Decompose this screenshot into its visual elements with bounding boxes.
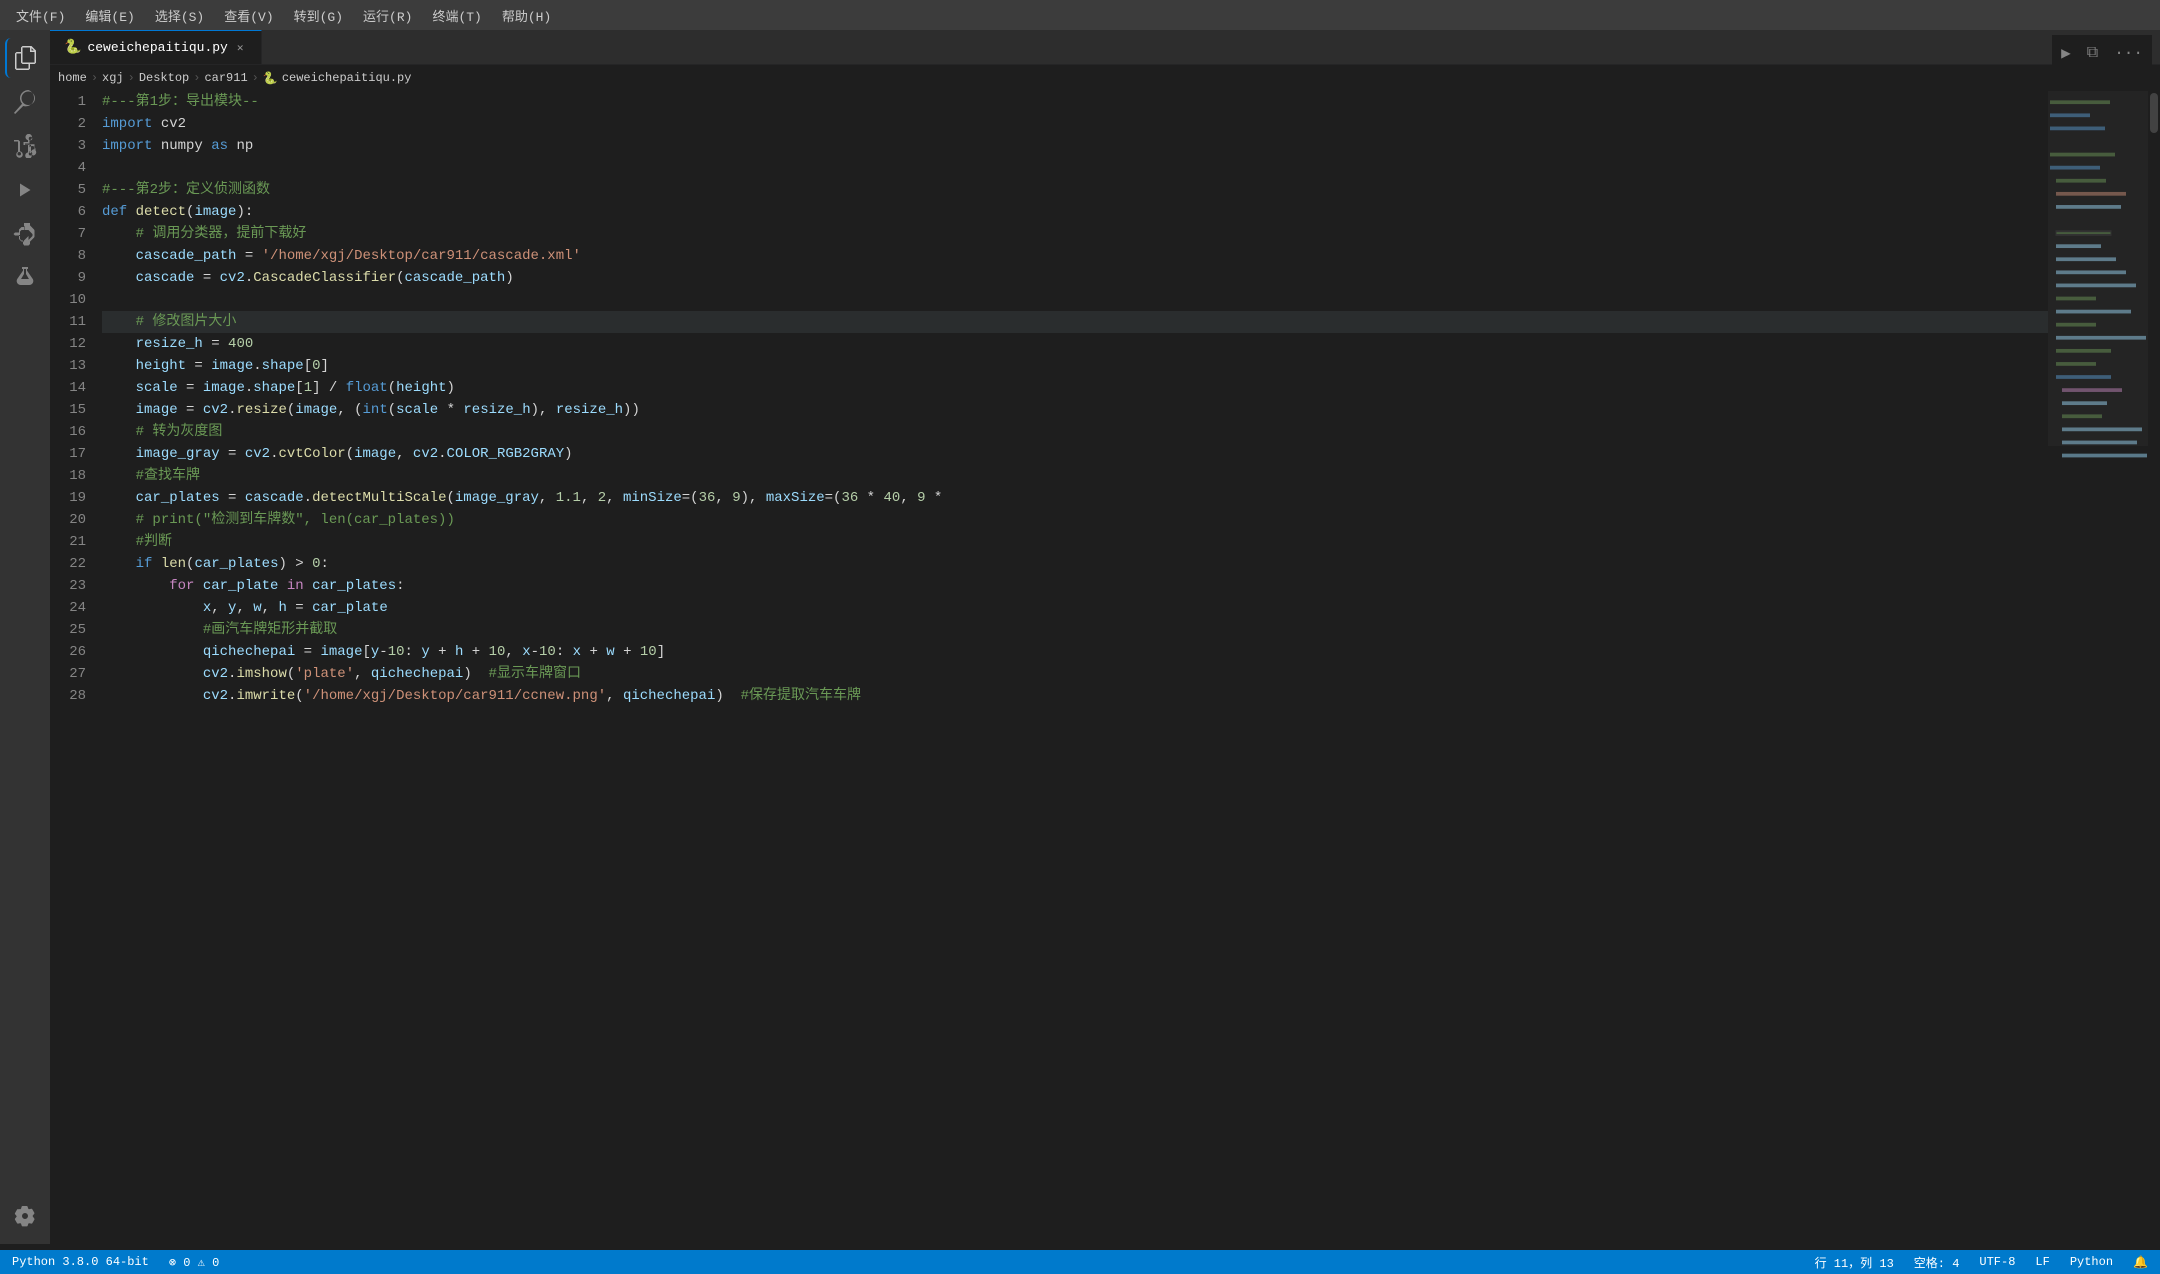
code-line-12: resize_h = 400 [102, 333, 2048, 355]
python-version[interactable]: Python 3.8.0 64-bit [8, 1255, 153, 1269]
tab-filename: ceweichepaitiqu.py [87, 40, 227, 55]
code-line-20: # print("检测到车牌数", len(car_plates)) [102, 509, 2048, 531]
notifications-bell[interactable]: 🔔 [2129, 1255, 2152, 1270]
breadcrumb-desktop[interactable]: Desktop [139, 71, 189, 85]
menu-goto[interactable]: 转到(G) [286, 4, 351, 27]
code-line-10 [102, 289, 2048, 311]
code-line-18: #查找车牌 [102, 465, 2048, 487]
tabbar: 🐍 ceweichepaitiqu.py ✕ ▶ ⧉ ··· [0, 30, 2160, 65]
code-line-19: car_plates = cascade.detectMultiScale(im… [102, 487, 2048, 509]
statusbar-left: Python 3.8.0 64-bit ⊗ 0 ⚠ 0 [8, 1255, 223, 1270]
sidebar [0, 30, 50, 1244]
breadcrumb-sep2: › [128, 71, 135, 85]
run-button[interactable]: ▶ [2056, 40, 2076, 66]
error-count[interactable]: ⊗ 0 ⚠ 0 [165, 1255, 223, 1270]
code-line-28: cv2.imwrite('/home/xgj/Desktop/car911/cc… [102, 685, 2048, 707]
sidebar-icon-search[interactable] [5, 82, 45, 122]
code-line-15: image = cv2.resize(image, (int(scale * r… [102, 399, 2048, 421]
menu-run[interactable]: 运行(R) [355, 4, 420, 27]
breadcrumb-sep4: › [252, 71, 259, 85]
sidebar-icon-explorer[interactable] [5, 38, 45, 78]
sidebar-icon-test[interactable] [5, 258, 45, 298]
menu-select[interactable]: 选择(S) [147, 4, 212, 27]
breadcrumb-sep3: › [193, 71, 200, 85]
breadcrumb-file-icon: 🐍 [263, 71, 278, 86]
toolbar-right: ▶ ⧉ ··· [2052, 35, 2152, 70]
menubar: 文件(F) 编辑(E) 选择(S) 查看(V) 转到(G) 运行(R) 终端(T… [0, 0, 2160, 30]
menu-help[interactable]: 帮助(H) [494, 4, 559, 27]
code-line-17: image_gray = cv2.cvtColor(image, cv2.COL… [102, 443, 2048, 465]
code-line-5: #---第2步：定义侦测函数 [102, 179, 2048, 201]
error-number: 0 [183, 1256, 190, 1270]
statusbar-right: 行 11，列 13 空格: 4 UTF-8 LF Python 🔔 [1811, 1254, 2152, 1271]
menu-file[interactable]: 文件(F) [8, 4, 73, 27]
breadcrumb-home[interactable]: home [58, 71, 87, 85]
code-line-14: scale = image.shape[1] / float(height) [102, 377, 2048, 399]
sidebar-icon-run-debug[interactable] [5, 170, 45, 210]
language-mode[interactable]: Python [2066, 1255, 2117, 1269]
code-line-25: #画汽车牌矩形并截取 [102, 619, 2048, 641]
code-line-21: #判断 [102, 531, 2048, 553]
code-line-9: cascade = cv2.CascadeClassifier(cascade_… [102, 267, 2048, 289]
file-encoding[interactable]: UTF-8 [1975, 1255, 2019, 1269]
code-line-23: for car_plate in car_plates: [102, 575, 2048, 597]
python-file-icon: 🐍 [64, 39, 81, 56]
cursor-position[interactable]: 行 11，列 13 [1811, 1254, 1898, 1271]
code-line-11: # 修改图片大小 [102, 311, 2048, 333]
error-icon: ⊗ [169, 1256, 176, 1270]
menu-view[interactable]: 查看(V) [216, 4, 281, 27]
minimap [2048, 91, 2148, 1250]
code-line-27: cv2.imshow('plate', qichechepai) #显示车牌窗口 [102, 663, 2048, 685]
warning-icon: ⚠ [198, 1256, 205, 1270]
sidebar-icon-source-control[interactable] [5, 126, 45, 166]
breadcrumb-sep1: › [91, 71, 98, 85]
scrollbar-thumb[interactable] [2150, 93, 2158, 133]
breadcrumb-car911[interactable]: car911 [204, 71, 247, 85]
code-line-2: import cv2 [102, 113, 2048, 135]
line-numbers: 1234 5678 9101112 13141516 17181920 2122… [50, 91, 98, 1250]
code-line-24: x, y, w, h = car_plate [102, 597, 2048, 619]
code-line-1: #---第1步：导出模块-- [102, 91, 2048, 113]
code-line-8: cascade_path = '/home/xgj/Desktop/car911… [102, 245, 2048, 267]
menu-terminal[interactable]: 终端(T) [424, 4, 489, 27]
indentation[interactable]: 空格: 4 [1910, 1254, 1964, 1271]
code-line-6: def detect(image): [102, 201, 2048, 223]
code-line-16: # 转为灰度图 [102, 421, 2048, 443]
line-ending[interactable]: LF [2031, 1255, 2053, 1269]
code-line-22: if len(car_plates) > 0: [102, 553, 2048, 575]
code-line-26: qichechepai = image[y-10: y + h + 10, x-… [102, 641, 2048, 663]
menu-edit[interactable]: 编辑(E) [77, 4, 142, 27]
statusbar: Python 3.8.0 64-bit ⊗ 0 ⚠ 0 行 11，列 13 空格… [0, 1250, 2160, 1274]
split-editor-button[interactable]: ⧉ [2082, 41, 2103, 65]
more-actions-button[interactable]: ··· [2109, 41, 2148, 65]
breadcrumb-filename[interactable]: ceweichepaitiqu.py [282, 71, 412, 85]
code-line-4 [102, 157, 2048, 179]
tab-close-button[interactable]: ✕ [234, 40, 247, 56]
sidebar-icon-settings[interactable] [5, 1196, 45, 1236]
sidebar-icon-extensions[interactable] [5, 214, 45, 254]
code-line-7: # 调用分类器，提前下载好 [102, 223, 2048, 245]
vertical-scrollbar[interactable] [2148, 91, 2160, 1250]
warning-number: 0 [212, 1256, 219, 1270]
code-area[interactable]: #---第1步：导出模块-- import cv2 import numpy a… [98, 91, 2048, 1250]
code-line-3: import numpy as np [102, 135, 2048, 157]
breadcrumb: home › xgj › Desktop › car911 › 🐍 ceweic… [0, 65, 2160, 91]
editor-container: 1234 5678 9101112 13141516 17181920 2122… [0, 91, 2160, 1250]
tab-file[interactable]: 🐍 ceweichepaitiqu.py ✕ [50, 30, 262, 64]
code-line-13: height = image.shape[0] [102, 355, 2048, 377]
breadcrumb-xgj[interactable]: xgj [102, 71, 124, 85]
